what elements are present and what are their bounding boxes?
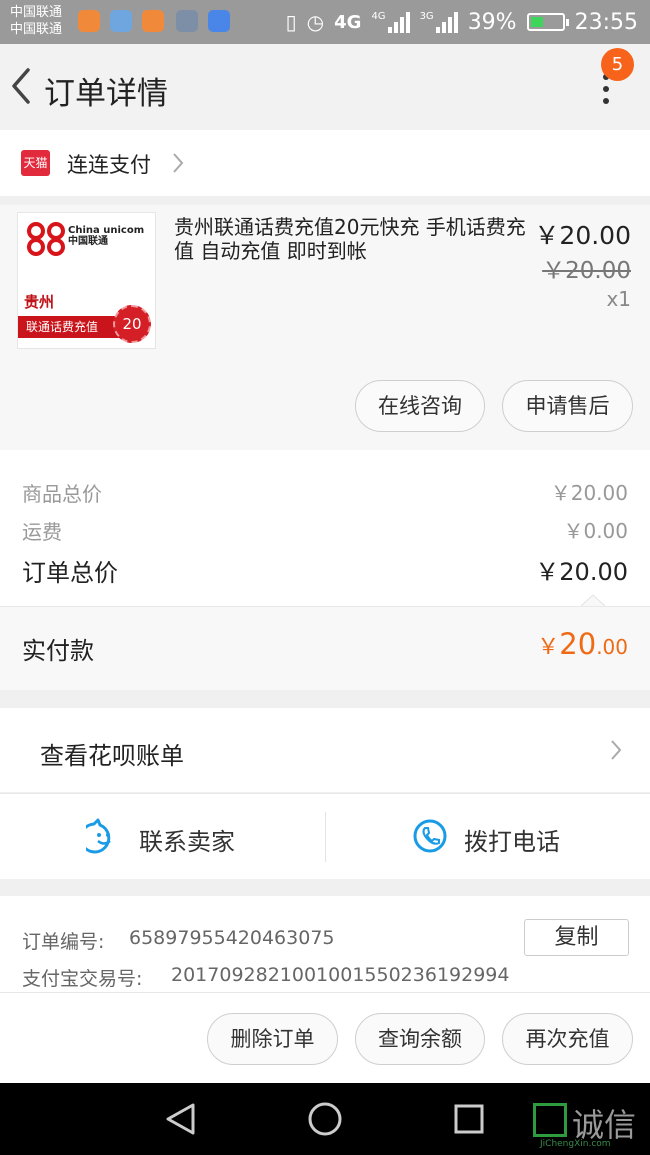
chat-smile-icon [86, 818, 111, 854]
thumbnail-banner-text: 联通话费充值 [26, 320, 99, 334]
contact-seller-button[interactable]: 联系卖家 [0, 794, 325, 880]
check-balance-button[interactable]: 查询余额 [355, 1013, 485, 1065]
chevron-left-icon [12, 68, 30, 104]
paid-decimal: .00 [596, 635, 628, 659]
signal-icon: 4G [371, 11, 410, 33]
carrier-2: 中国联通 [10, 22, 63, 37]
nav-recents-icon[interactable] [453, 1103, 485, 1135]
alipay-trade-value: 2017092821001001550236192994 [171, 964, 510, 986]
watermark-url: JiChengXin.com [540, 1139, 611, 1149]
paid-amount: ￥20.00 [537, 627, 628, 661]
delete-order-button[interactable]: 删除订单 [207, 1013, 338, 1065]
unicom-logo-icon [27, 222, 65, 256]
page-title: 订单详情 [44, 76, 168, 112]
carrier-labels: 中国联通 中国联通 [10, 4, 62, 38]
product-original-price: ￥20.00 [542, 258, 631, 284]
thumbnail-amount: 20 [122, 315, 142, 333]
system-nav-bar: 诚信 JiChengXin.com [0, 1083, 650, 1155]
gallery-icon [176, 10, 198, 32]
goods-total-label: 商品总价 [22, 482, 102, 506]
copy-button[interactable]: 复制 [524, 919, 629, 956]
chevron-right-icon [173, 153, 184, 173]
clock: 23:55 [574, 9, 638, 35]
shop-row[interactable]: 天猫 连连支付 [0, 130, 650, 196]
thumbnail-amount-seal: 20 [113, 305, 151, 343]
shop-name: 连连支付 [67, 153, 151, 177]
order-info: 订单编号: 65897955420463075 复制 支付宝交易号: 20170… [0, 896, 650, 992]
network-type-3: 3G [419, 11, 434, 22]
paid-label: 实付款 [22, 637, 94, 665]
order-total-value: ￥20.00 [535, 558, 628, 586]
huabei-label: 查看花呗账单 [40, 742, 184, 770]
chevron-right-icon [611, 740, 622, 760]
alipay-trade-label: 支付宝交易号: [22, 968, 143, 990]
battery-icon [526, 13, 569, 31]
app-header: 订单详情 [0, 44, 650, 130]
uc-browser-icon [78, 10, 100, 32]
phone-icon [413, 819, 447, 853]
tmall-logo: 天猫 [21, 150, 50, 176]
thumbnail-region: 贵州 [24, 293, 55, 311]
product-name[interactable]: 贵州联通话费充值20元快充 手机话费充值 自动充值 即时到帐 [174, 215, 534, 263]
health-app-icon [110, 10, 132, 32]
paid-row: 实付款 ￥20.00 [0, 606, 650, 690]
huabei-bill-row[interactable]: 查看花呗账单 [0, 708, 650, 792]
nav-back-icon[interactable] [164, 1102, 198, 1136]
call-phone-label: 拨打电话 [464, 828, 560, 856]
price-summary: 商品总价 ￥20.00 运费 ￥0.00 订单总价 ￥20.00 实付款 ￥20… [0, 450, 650, 690]
order-number-label: 订单编号: [22, 931, 105, 953]
paid-integer: 20 [559, 627, 597, 661]
recharge-again-button[interactable]: 再次充值 [502, 1013, 633, 1065]
vibrate-icon: ▯ [285, 10, 297, 34]
online-consult-button[interactable]: 在线咨询 [355, 380, 485, 432]
carrier-1: 中国联通 [10, 5, 63, 20]
goods-total-value: ￥20.00 [550, 481, 628, 505]
network-type-2: 4G [371, 11, 386, 22]
paid-currency: ￥ [537, 635, 560, 660]
product-card: China unicom 中国联通 贵州 联通话费充值 20 贵州联通话费充值2… [0, 205, 650, 450]
caret-up-icon [580, 594, 606, 607]
order-number-value: 65897955420463075 [129, 927, 335, 949]
product-thumbnail[interactable]: China unicom 中国联通 贵州 联通话费充值 20 [17, 212, 156, 349]
signal-icon-2: 3G [420, 11, 458, 33]
uc-browser-icon-2 [142, 10, 164, 32]
alarm-icon: ◷ [306, 10, 325, 34]
watermark-logo [533, 1103, 567, 1137]
contact-seller-label: 联系卖家 [139, 828, 235, 856]
shipping-value: ￥0.00 [563, 519, 628, 543]
order-total-label: 订单总价 [22, 559, 118, 587]
network-type-1: 4G [334, 11, 362, 33]
shipping-label: 运费 [22, 520, 62, 544]
back-button[interactable] [6, 64, 42, 108]
contact-row: 联系卖家 拨打电话 [0, 793, 650, 879]
bird-app-icon [208, 10, 230, 32]
notification-badge: 5 [601, 48, 634, 81]
battery-percent: 39% [467, 9, 517, 35]
status-indicators: ▯ ◷ 4G 4G 3G 39% 23:55 [286, 0, 638, 44]
call-phone-button[interactable]: 拨打电话 [326, 794, 650, 880]
status-bar: 中国联通 中国联通 ▯ ◷ 4G 4G 3G 39% 23:55 [0, 0, 650, 44]
thumbnail-brand: China unicom 中国联通 [68, 225, 145, 247]
bottom-action-bar: 删除订单 查询余额 再次充值 [0, 992, 650, 1083]
nav-home-icon[interactable] [307, 1101, 343, 1137]
product-price: ￥20.00 [534, 221, 631, 250]
apply-aftersale-button[interactable]: 申请售后 [502, 380, 633, 432]
product-quantity: x1 [606, 287, 631, 311]
